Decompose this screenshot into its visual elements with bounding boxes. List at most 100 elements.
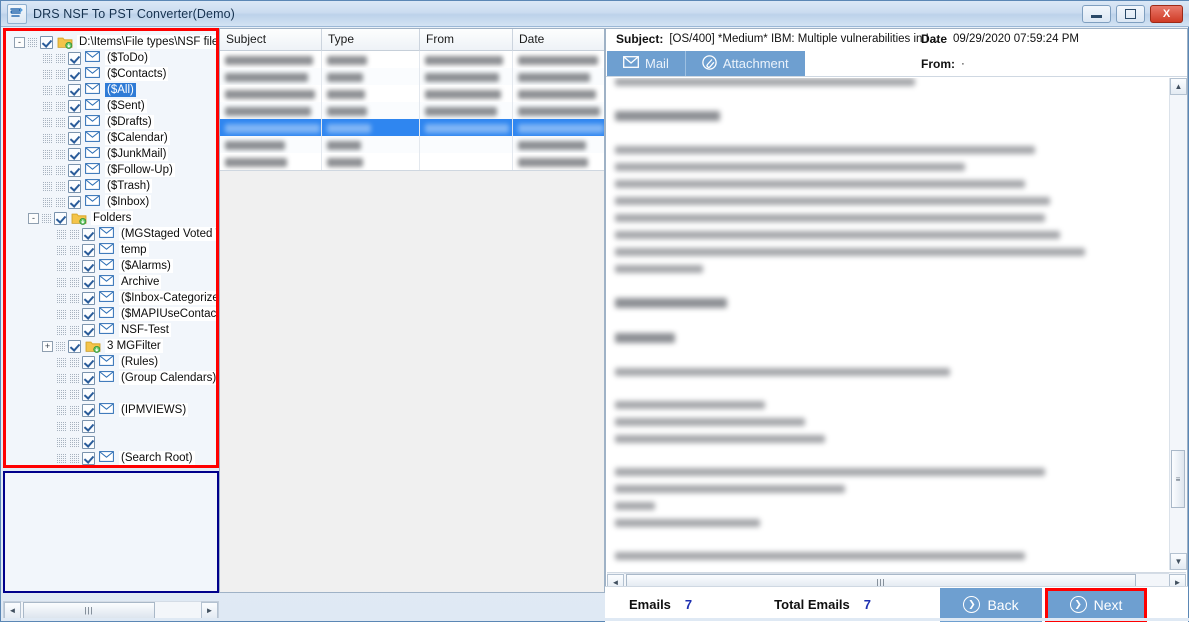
tree-item[interactable]: ($Contacts) (8, 66, 216, 82)
column-header[interactable]: Type (322, 29, 420, 51)
table-row[interactable] (220, 68, 604, 85)
minimize-button[interactable] (1082, 4, 1111, 23)
email-list-header[interactable]: Subject Type From Date (220, 29, 604, 51)
tree-item[interactable] (8, 418, 216, 434)
tree-expander-icon[interactable]: - (28, 212, 39, 224)
tree-connector-icon (55, 116, 66, 128)
tree-item[interactable]: ($Drafts) (8, 114, 216, 130)
tree-item-checkbox[interactable] (68, 131, 81, 145)
tree-item[interactable]: ($Sent) (8, 98, 216, 114)
tree-item-checkbox[interactable] (68, 67, 81, 81)
tree-item-checkbox[interactable] (68, 163, 81, 177)
tree-expander-icon[interactable]: - (14, 36, 25, 48)
column-header[interactable]: From (420, 29, 513, 51)
tree-connector-icon (69, 420, 80, 432)
column-header[interactable]: Date (513, 29, 604, 51)
tree-item-checkbox[interactable] (68, 179, 81, 193)
tree-item[interactable]: temp (8, 242, 216, 258)
tree-item[interactable] (8, 434, 216, 450)
scroll-right-button[interactable]: ► (201, 602, 218, 619)
folder-tree[interactable]: - D:\Items\File types\NSF files\N ($ToDo) (… (6, 31, 216, 465)
tree-item[interactable]: ($Calendar) (8, 130, 216, 146)
tree-item[interactable]: ($MAPIUseContacts) (8, 306, 216, 322)
tree-connector-icon (42, 52, 53, 64)
scroll-thumb[interactable]: ≡ (1171, 450, 1185, 508)
tree-item[interactable]: (MGStaged Voted White (8, 226, 216, 242)
tree-item-checkbox[interactable] (68, 195, 81, 209)
tree-item-checkbox[interactable] (40, 35, 53, 49)
tree-item-checkbox[interactable] (82, 227, 95, 241)
tree-connector-icon (69, 324, 80, 336)
tree-item[interactable]: (IPMVIEWS) (8, 402, 216, 418)
mail-icon (85, 51, 101, 65)
next-button[interactable]: ❯ Next (1045, 587, 1148, 622)
tree-item[interactable]: ($Inbox-Categorized1) (8, 290, 216, 306)
maximize-button[interactable] (1116, 4, 1145, 23)
tree-item-checkbox[interactable] (82, 435, 95, 449)
mail-body-content (607, 78, 1186, 570)
tree-item[interactable]: ($JunkMail) (8, 146, 216, 162)
tree-item[interactable]: (Rules) (8, 354, 216, 370)
scroll-left-button[interactable]: ◄ (4, 602, 21, 619)
tree-item-checkbox[interactable] (82, 291, 95, 305)
tree-expander-icon[interactable]: + (42, 340, 53, 352)
tree-item[interactable]: (Search Root) (8, 450, 216, 465)
table-row[interactable] (220, 102, 604, 119)
tree-item-checkbox[interactable] (82, 371, 95, 385)
tree-item-checkbox[interactable] (54, 211, 67, 225)
tree-connector-icon (55, 132, 66, 144)
tree-item[interactable]: - Folders (8, 210, 216, 226)
tree-item[interactable]: ($Trash) (8, 178, 216, 194)
mail-icon (85, 163, 101, 177)
tree-item-checkbox[interactable] (68, 115, 81, 129)
table-row[interactable] (220, 136, 604, 153)
tree-item-checkbox[interactable] (68, 99, 81, 113)
table-row[interactable] (220, 85, 604, 102)
table-row[interactable] (220, 51, 604, 68)
tree-item-checkbox[interactable] (82, 307, 95, 321)
scroll-track[interactable]: ≡ (1170, 95, 1187, 553)
mail-preview-tabs: Mail Attachment (607, 51, 805, 76)
tree-item-checkbox[interactable] (82, 275, 95, 289)
tree-item[interactable]: ($Inbox) (8, 194, 216, 210)
back-button[interactable]: ❯ Back (940, 587, 1043, 622)
scroll-up-button[interactable]: ▲ (1170, 78, 1187, 95)
tree-connector-icon (42, 196, 53, 208)
tree-item-checkbox[interactable] (82, 403, 95, 417)
tree-item-checkbox[interactable] (68, 339, 81, 353)
tree-item[interactable]: - D:\Items\File types\NSF files\N (8, 34, 216, 50)
column-header[interactable]: Subject (220, 29, 322, 51)
tree-item-checkbox[interactable] (82, 419, 95, 433)
scroll-down-button[interactable]: ▼ (1170, 553, 1187, 570)
tree-item-checkbox[interactable] (82, 243, 95, 257)
tree-item[interactable]: Archive (8, 274, 216, 290)
tree-item[interactable]: NSF-Test (8, 322, 216, 338)
scroll-thumb[interactable]: ||| (23, 602, 155, 619)
tree-item[interactable] (8, 386, 216, 402)
tree-item-checkbox[interactable] (68, 83, 81, 97)
table-row[interactable] (220, 119, 604, 136)
tree-item-checkbox[interactable] (82, 259, 95, 273)
tree-item[interactable]: ($All) (8, 82, 216, 98)
tab-mail[interactable]: Mail (607, 51, 685, 76)
tree-item[interactable]: ($ToDo) (8, 50, 216, 66)
tree-item-checkbox[interactable] (82, 387, 95, 401)
tree-item[interactable]: +3 MGFilter (8, 338, 216, 354)
tree-item[interactable]: (Group Calendars) (8, 370, 216, 386)
table-cell (420, 85, 513, 102)
tree-item[interactable]: ($Follow-Up) (8, 162, 216, 178)
tree-item[interactable]: ($Alarms) (8, 258, 216, 274)
tree-item-checkbox[interactable] (82, 323, 95, 337)
body-gap (607, 282, 1186, 298)
mail-vertical-scrollbar[interactable]: ▲ ≡ ▼ (1169, 78, 1187, 570)
total-emails-count: Total Emails 7 (774, 597, 871, 612)
tree-item-checkbox[interactable] (68, 51, 81, 65)
email-list-body[interactable] (220, 51, 604, 171)
tree-item-checkbox[interactable] (82, 451, 95, 465)
tree-connector-icon (56, 356, 67, 368)
tree-item-checkbox[interactable] (68, 147, 81, 161)
close-button[interactable]: X (1150, 4, 1183, 23)
table-row[interactable] (220, 153, 604, 170)
tab-attachment[interactable]: Attachment (684, 51, 805, 76)
tree-item-checkbox[interactable] (82, 355, 95, 369)
